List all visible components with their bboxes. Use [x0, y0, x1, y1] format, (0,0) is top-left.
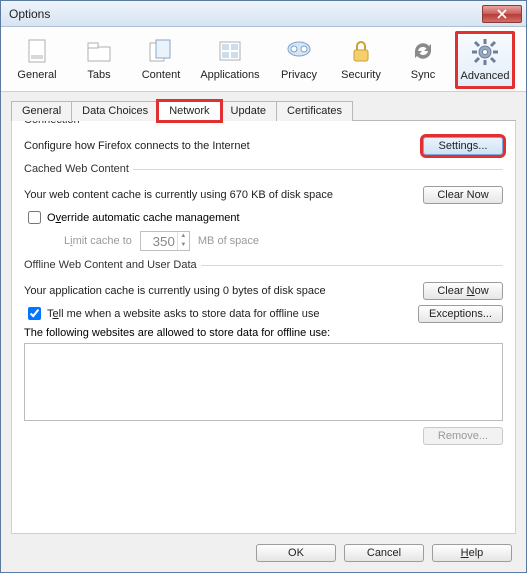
- limit-cache-spinner[interactable]: ▲▼: [140, 231, 190, 251]
- cancel-button[interactable]: Cancel: [344, 544, 424, 562]
- cache-group: Cached Web Content Your web content cach…: [24, 169, 503, 265]
- dialog-footer: OK Cancel Help: [1, 534, 526, 572]
- close-button[interactable]: [482, 5, 522, 23]
- offline-desc: Your application cache is currently usin…: [24, 285, 423, 297]
- offline-site-listbox[interactable]: [24, 343, 503, 421]
- exceptions-button[interactable]: Exceptions...: [418, 305, 503, 323]
- group-title: Cached Web Content: [24, 163, 133, 175]
- limit-cache-label: Limit cache to: [64, 235, 132, 247]
- category-sync[interactable]: Sync: [393, 31, 453, 89]
- titlebar: Options: [1, 1, 526, 27]
- category-advanced[interactable]: Advanced: [455, 31, 515, 89]
- applications-icon: [214, 35, 246, 67]
- tell-me-checkbox[interactable]: [28, 307, 41, 320]
- sync-icon: [407, 35, 439, 67]
- button-label: H: [461, 547, 469, 559]
- category-label: Privacy: [281, 69, 317, 81]
- spin-up-icon[interactable]: ▲: [177, 232, 189, 241]
- category-label: Advanced: [461, 70, 510, 82]
- security-icon: [345, 35, 377, 67]
- options-window: Options General Tabs Content Application…: [0, 0, 527, 573]
- category-privacy[interactable]: Privacy: [269, 31, 329, 89]
- category-label: Content: [142, 69, 181, 81]
- gear-icon: [469, 36, 501, 68]
- offline-group: Offline Web Content and User Data Your a…: [24, 265, 503, 459]
- connection-desc: Configure how Firefox connects to the In…: [24, 140, 423, 152]
- category-toolbar: General Tabs Content Applications Privac…: [1, 27, 526, 92]
- subtab-data-choices[interactable]: Data Choices: [71, 101, 159, 121]
- button-label: Clear Now: [437, 285, 488, 297]
- category-label: General: [17, 69, 56, 81]
- group-title: Connection: [24, 121, 84, 126]
- button-label: elp: [469, 547, 484, 559]
- remove-button: Remove...: [423, 427, 503, 445]
- subtab-general[interactable]: General: [11, 101, 72, 121]
- offline-list-label: The following websites are allowed to st…: [24, 327, 330, 339]
- tell-me-label: Tell me when a website asks to store dat…: [47, 308, 418, 320]
- subtab-network[interactable]: Network: [158, 101, 220, 121]
- category-label: Sync: [411, 69, 435, 81]
- subtab-strip: General Data Choices Network Update Cert…: [11, 100, 516, 121]
- category-applications[interactable]: Applications: [193, 31, 267, 89]
- tabs-icon: [83, 35, 115, 67]
- override-cache-checkbox[interactable]: [28, 211, 41, 224]
- limit-cache-unit: MB of space: [198, 235, 259, 247]
- override-cache-label: Override automatic cache management: [47, 212, 240, 224]
- network-panel: Connection Configure how Firefox connect…: [11, 121, 516, 534]
- spin-down-icon[interactable]: ▼: [177, 241, 189, 250]
- subtab-certificates[interactable]: Certificates: [276, 101, 353, 121]
- cache-desc: Your web content cache is currently usin…: [24, 189, 423, 201]
- settings-button[interactable]: Settings...: [423, 137, 503, 155]
- clear-now-offline-button[interactable]: Clear Now: [423, 282, 503, 300]
- category-security[interactable]: Security: [331, 31, 391, 89]
- category-tabs[interactable]: Tabs: [69, 31, 129, 89]
- group-title: Offline Web Content and User Data: [24, 259, 201, 271]
- clear-now-button[interactable]: Clear Now: [423, 186, 503, 204]
- help-button[interactable]: Help: [432, 544, 512, 562]
- category-general[interactable]: General: [7, 31, 67, 89]
- ok-button[interactable]: OK: [256, 544, 336, 562]
- button-label: Settings...: [439, 140, 488, 152]
- content-icon: [145, 35, 177, 67]
- category-label: Security: [341, 69, 381, 81]
- close-icon: [497, 9, 507, 19]
- general-icon: [21, 35, 53, 67]
- window-title: Options: [9, 7, 482, 21]
- category-label: Tabs: [87, 69, 110, 81]
- privacy-icon: [283, 35, 315, 67]
- category-content[interactable]: Content: [131, 31, 191, 89]
- subtab-update[interactable]: Update: [220, 101, 277, 121]
- category-label: Applications: [200, 69, 259, 81]
